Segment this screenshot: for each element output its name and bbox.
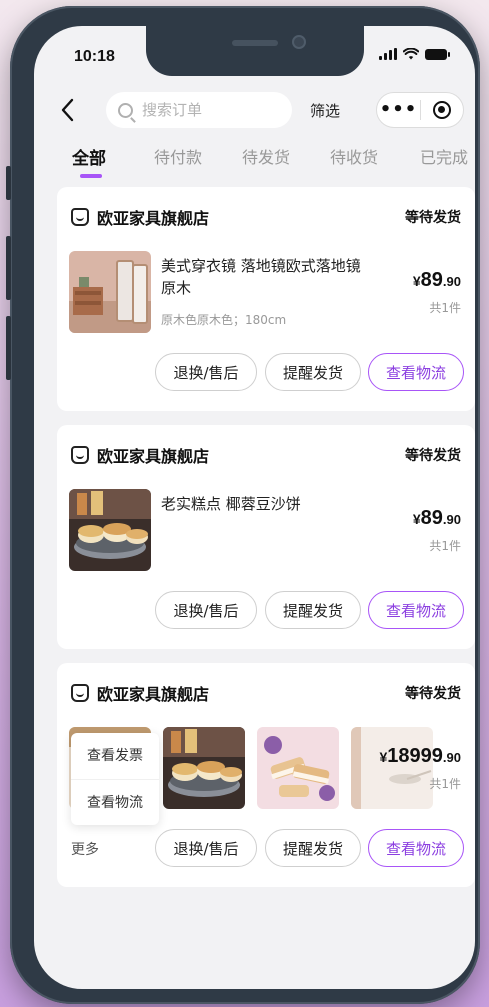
price-currency: ¥ xyxy=(412,511,421,527)
product-title[interactable]: 美式穿衣镜 落地镜欧式落地镜 原木 xyxy=(161,255,361,299)
price-integer: 18999 xyxy=(387,745,443,767)
shop-icon xyxy=(71,446,89,464)
price-decimal: .90 xyxy=(442,274,461,289)
product-price: ¥18999.90 xyxy=(380,745,462,768)
mini-program-capsule: ••• xyxy=(376,92,464,128)
more-actions-popup: 查看发票 查看物流 xyxy=(71,733,159,825)
product-price: ¥89.90 xyxy=(413,507,461,530)
view-logistics-option[interactable]: 查看物流 xyxy=(71,779,159,825)
view-invoice-option[interactable]: 查看发票 xyxy=(71,733,159,779)
product-thumbnail[interactable] xyxy=(351,727,433,809)
product-price: ¥89.90 xyxy=(413,269,461,292)
order-status: 等待发货 xyxy=(405,686,461,702)
shop-name: 欧亚家具旗舰店 xyxy=(97,209,210,228)
signal-icon xyxy=(379,48,397,60)
shop-header[interactable]: 欧亚家具旗舰店 xyxy=(71,443,209,467)
shop-header[interactable]: 欧亚家具旗舰店 xyxy=(71,205,209,229)
tab-completed[interactable]: 已完成 xyxy=(420,144,468,168)
order-card[interactable]: 欧亚家具旗舰店 等待发货 ¥18999.90 共1件 查看发票 查看物流 更多 … xyxy=(57,663,475,887)
price-integer: 89 xyxy=(420,269,443,291)
pastry-product-image xyxy=(69,489,151,571)
close-mini-program-button[interactable] xyxy=(421,101,463,119)
product-thumbnail[interactable] xyxy=(257,727,339,809)
tab-pending-payment[interactable]: 待付款 xyxy=(154,144,202,168)
order-tabs: 全部 待付款 待发货 待收货 已完成 xyxy=(34,144,475,184)
notch xyxy=(146,26,364,76)
order-status: 等待发货 xyxy=(405,448,461,464)
battery-icon xyxy=(425,48,450,60)
mute-switch xyxy=(6,166,11,200)
status-icons xyxy=(379,48,450,60)
product-quantity: 共1件 xyxy=(429,777,461,791)
more-options-button[interactable]: ••• xyxy=(377,92,420,128)
mirror-product-image xyxy=(69,251,151,333)
remind-shipment-button[interactable]: 提醒发货 xyxy=(265,829,361,867)
search-icon xyxy=(118,102,133,118)
search-bar[interactable] xyxy=(106,92,292,128)
shop-icon xyxy=(71,684,89,702)
order-card[interactable]: 欧亚家具旗舰店 等待发货 老实糕点 椰蓉豆沙饼 ¥89.90 共1件 退换/售后… xyxy=(57,425,475,649)
price-integer: 89 xyxy=(420,507,443,529)
product-quantity: 共1件 xyxy=(429,301,461,315)
tab-pending-receipt[interactable]: 待收货 xyxy=(330,144,378,168)
header: 筛选 ••• xyxy=(34,90,475,134)
return-service-button[interactable]: 退换/售后 xyxy=(155,591,257,629)
product-title[interactable]: 老实糕点 椰蓉豆沙饼 xyxy=(161,493,361,515)
front-camera xyxy=(292,35,306,49)
product-thumbnail[interactable] xyxy=(69,251,151,333)
tab-all[interactable]: 全部 xyxy=(72,144,106,169)
shop-name: 欧亚家具旗舰店 xyxy=(97,447,210,466)
speaker xyxy=(232,40,278,46)
active-tab-indicator xyxy=(80,174,102,178)
view-logistics-button[interactable]: 查看物流 xyxy=(368,591,464,629)
product-thumbnail[interactable] xyxy=(69,489,151,571)
shop-header[interactable]: 欧亚家具旗舰店 xyxy=(71,681,209,705)
screen: 10:18 筛选 ••• xyxy=(34,26,475,989)
volume-down-button xyxy=(6,316,11,380)
shop-icon xyxy=(71,208,89,226)
tab-pending-shipment[interactable]: 待发货 xyxy=(242,144,290,168)
pastry-product-image xyxy=(163,727,245,809)
cookie-product-image xyxy=(257,727,339,809)
target-icon xyxy=(432,101,451,119)
filter-button[interactable]: 筛选 xyxy=(310,100,340,121)
product-image xyxy=(351,727,433,809)
remind-shipment-button[interactable]: 提醒发货 xyxy=(265,353,361,391)
product-quantity: 共1件 xyxy=(429,539,461,553)
volume-up-button xyxy=(6,236,11,300)
search-input[interactable] xyxy=(142,101,272,119)
price-decimal: .90 xyxy=(442,750,461,765)
return-service-button[interactable]: 退换/售后 xyxy=(155,353,257,391)
remind-shipment-button[interactable]: 提醒发货 xyxy=(265,591,361,629)
wifi-icon xyxy=(403,48,419,60)
price-currency: ¥ xyxy=(412,273,421,289)
chevron-left-icon xyxy=(61,98,74,122)
order-status: 等待发货 xyxy=(405,210,461,226)
back-button[interactable] xyxy=(60,98,84,126)
status-time: 10:18 xyxy=(74,48,115,65)
phone-frame: 10:18 筛选 ••• xyxy=(6,6,480,1004)
more-link[interactable]: 更多 xyxy=(71,839,99,859)
view-logistics-button[interactable]: 查看物流 xyxy=(368,353,464,391)
order-card[interactable]: 欧亚家具旗舰店 等待发货 美式穿衣镜 落地镜欧式落地镜 原木 原木色原木色；18… xyxy=(57,187,475,411)
product-sku: 原木色原木色；180cm xyxy=(161,313,287,327)
price-decimal: .90 xyxy=(442,512,461,527)
product-thumbnail[interactable] xyxy=(163,727,245,809)
shop-name: 欧亚家具旗舰店 xyxy=(97,685,210,704)
return-service-button[interactable]: 退换/售后 xyxy=(155,829,257,867)
view-logistics-button[interactable]: 查看物流 xyxy=(368,829,464,867)
